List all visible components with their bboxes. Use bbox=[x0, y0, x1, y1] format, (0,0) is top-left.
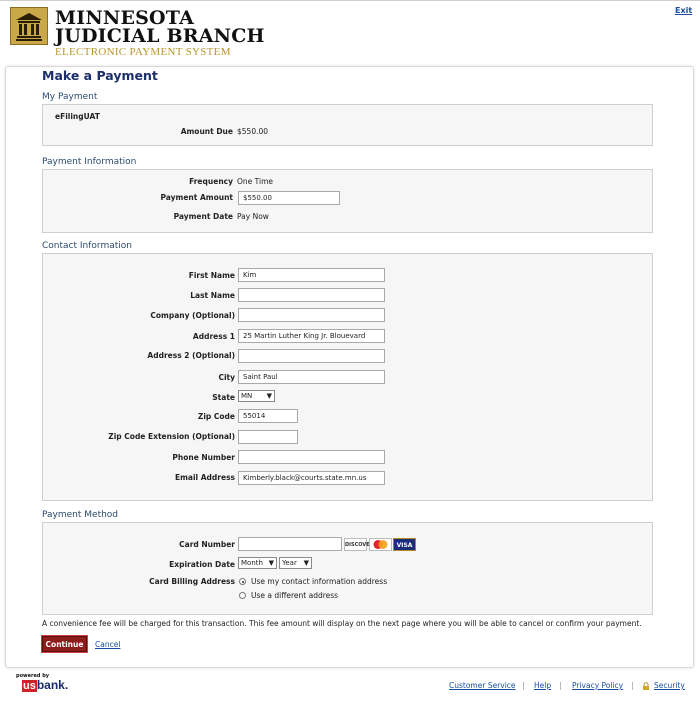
usbank-logo: usbank. bbox=[22, 678, 68, 692]
expiration-month-select[interactable]: Month ▼ bbox=[238, 557, 277, 569]
convenience-fee-note: A convenience fee will be charged for th… bbox=[42, 619, 642, 628]
billing-address-label: Card Billing Address bbox=[149, 577, 235, 586]
first-name-label: First Name bbox=[188, 271, 235, 280]
account-name: eFilingUAT bbox=[55, 112, 100, 121]
last-name-label: Last Name bbox=[190, 291, 235, 300]
my-payment-box bbox=[42, 104, 653, 146]
state-select-value: MN bbox=[241, 392, 253, 400]
zip-input[interactable]: 55014 bbox=[238, 409, 298, 423]
section-heading-payment-method: Payment Method bbox=[42, 510, 119, 520]
last-name-input[interactable] bbox=[238, 288, 385, 302]
section-heading-contact: Contact Information bbox=[42, 241, 132, 251]
city-input[interactable]: Saint Paul bbox=[238, 370, 385, 384]
zip-label: Zip Code bbox=[197, 412, 235, 421]
usbank-logo-bank: bank. bbox=[36, 678, 69, 692]
radio-use-different-address[interactable] bbox=[239, 592, 246, 599]
month-select-value: Month bbox=[241, 559, 263, 567]
footer-separator: | bbox=[522, 681, 525, 690]
section-heading-payment-info: Payment Information bbox=[42, 157, 137, 167]
customer-service-link[interactable]: Customer Service bbox=[449, 681, 516, 690]
state-label: State bbox=[212, 393, 235, 402]
address1-input[interactable]: 25 Martin Luther King Jr. Blouevard bbox=[238, 329, 385, 343]
courthouse-logo-icon bbox=[10, 7, 48, 45]
state-select[interactable]: MN ▼ bbox=[238, 390, 275, 402]
footer-separator: | bbox=[631, 681, 634, 690]
radio-use-contact-address[interactable] bbox=[239, 578, 246, 585]
brand-line-3: ELECTRONIC PAYMENT SYSTEM bbox=[55, 46, 231, 58]
address2-label: Address 2 (Optional) bbox=[147, 351, 235, 360]
city-label: City bbox=[218, 373, 235, 382]
email-input[interactable]: Kimberly.black@courts.state.mn.us bbox=[238, 471, 385, 485]
payment-amount-input[interactable]: $550.00 bbox=[238, 191, 340, 205]
address1-label: Address 1 bbox=[192, 332, 235, 341]
zip-ext-label: Zip Code Extension (Optional) bbox=[108, 432, 235, 441]
company-input[interactable] bbox=[238, 308, 385, 322]
help-link[interactable]: Help bbox=[534, 681, 551, 690]
phone-input[interactable] bbox=[238, 450, 385, 464]
company-label: Company (Optional) bbox=[150, 311, 235, 320]
chevron-down-icon: ▼ bbox=[303, 559, 309, 567]
phone-label: Phone Number bbox=[172, 453, 235, 462]
brand-line-2: JUDICIAL BRANCH bbox=[55, 25, 265, 47]
radio-use-contact-address-label[interactable]: Use my contact information address bbox=[251, 577, 387, 586]
frequency-label: Frequency bbox=[189, 177, 233, 186]
email-label: Email Address bbox=[174, 473, 235, 482]
cancel-link[interactable]: Cancel bbox=[95, 640, 120, 649]
continue-button[interactable]: Continue bbox=[42, 636, 87, 652]
year-select-value: Year bbox=[282, 559, 297, 567]
expiration-label: Expiration Date bbox=[169, 560, 235, 569]
payment-date-value: Pay Now bbox=[237, 212, 269, 221]
first-name-input[interactable]: Kim bbox=[238, 268, 385, 282]
frequency-value: One Time bbox=[237, 177, 274, 186]
payment-amount-label: Payment Amount bbox=[160, 193, 234, 202]
header: MINNESOTA JUDICIAL BRANCH ELECTRONIC PAY… bbox=[0, 1, 700, 61]
section-heading-my-payment: My Payment bbox=[42, 92, 98, 102]
exit-link[interactable]: Exit bbox=[675, 6, 692, 15]
mastercard-icon bbox=[369, 538, 392, 551]
footer-separator: | bbox=[559, 681, 562, 690]
expiration-year-select[interactable]: Year ▼ bbox=[279, 557, 312, 569]
radio-use-different-address-label[interactable]: Use a different address bbox=[251, 591, 338, 600]
usbank-logo-us: us bbox=[22, 680, 37, 692]
card-number-input[interactable] bbox=[238, 537, 342, 551]
security-link[interactable]: Security bbox=[654, 681, 685, 690]
zip-ext-input[interactable] bbox=[238, 430, 298, 444]
payment-date-label: Payment Date bbox=[173, 212, 233, 221]
chevron-down-icon: ▼ bbox=[266, 392, 272, 400]
address2-input[interactable] bbox=[238, 349, 385, 363]
amount-due-value: $550.00 bbox=[237, 127, 269, 136]
page-title: Make a Payment bbox=[42, 68, 158, 83]
card-number-label: Card Number bbox=[179, 540, 235, 549]
visa-card-icon: VISA bbox=[393, 538, 416, 551]
lock-icon bbox=[642, 682, 650, 690]
chevron-down-icon: ▼ bbox=[268, 559, 274, 567]
privacy-policy-link[interactable]: Privacy Policy bbox=[572, 681, 623, 690]
discover-card-icon: DISCOVER bbox=[344, 538, 374, 551]
amount-due-label: Amount Due bbox=[180, 127, 233, 136]
